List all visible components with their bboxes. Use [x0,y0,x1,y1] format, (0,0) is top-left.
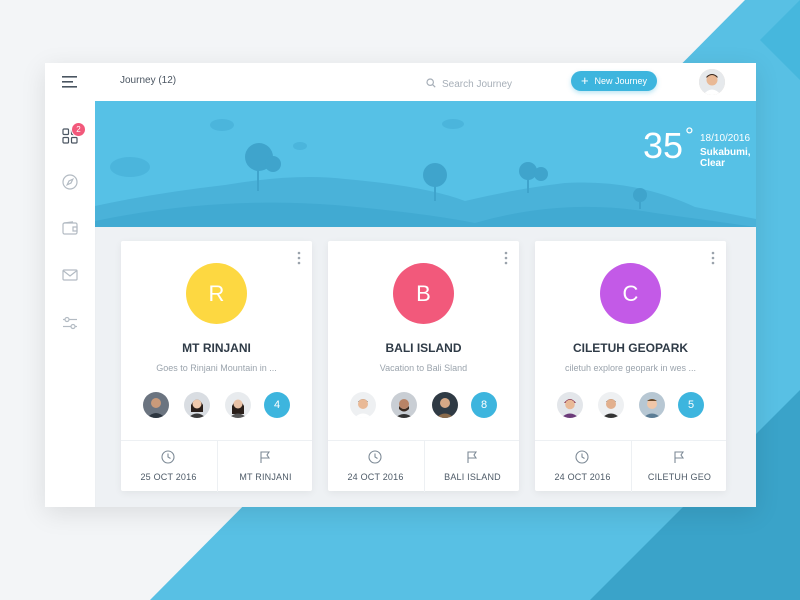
member-avatar[interactable] [432,392,458,418]
journey-title: MT RINJANI [182,341,251,355]
sliders-icon[interactable] [60,313,80,333]
wallet-icon[interactable] [60,218,80,238]
top-bar: Journey (12) + New Journey [95,63,756,101]
journey-destination: MT RINJANI [239,472,292,482]
member-avatar[interactable] [557,392,583,418]
journey-card[interactable]: R MT RINJANI Goes to Rinjani Mountain in… [121,241,312,492]
search-box[interactable] [426,75,552,93]
compass-icon[interactable] [60,172,80,192]
member-list: 5 [535,392,726,418]
new-journey-button[interactable]: + New Journey [571,71,657,91]
member-avatar[interactable] [184,392,210,418]
member-count-badge[interactable]: 8 [471,392,497,418]
member-count-badge[interactable]: 5 [678,392,704,418]
date-cell: 25 OCT 2016 [121,441,216,492]
weather-location: Sukabumi, Clear [700,147,751,169]
weather-date: 18/10/2016 [700,133,751,144]
journey-card[interactable]: B BALI ISLAND Vacation to Bali Sland 8 2… [328,241,519,492]
destination-cell: MT RINJANI [217,441,313,492]
journey-date: 24 OCT 2016 [347,472,404,482]
app-window: 2 Journey (12) Search Journey + New Jour… [45,63,756,507]
date-cell: 24 OCT 2016 [535,441,630,492]
plus-icon: + [580,73,589,88]
member-list: 8 [328,392,519,418]
clock-icon [575,450,589,464]
more-options-icon[interactable] [710,251,716,265]
temperature: 35 [643,125,684,166]
clock-icon [161,450,175,464]
journey-description: ciletuh explore geopark in wes ... [564,363,697,373]
flag-icon [465,450,479,464]
journey-initial: C [600,263,661,324]
destination-cell: CILETUH GEO [631,441,727,492]
more-options-icon[interactable] [503,251,509,265]
search-input[interactable] [442,78,552,90]
member-avatar[interactable] [639,392,665,418]
card-footer: 25 OCT 2016 MT RINJANI [121,440,312,492]
member-avatar[interactable] [225,392,251,418]
date-cell: 24 OCT 2016 [328,441,423,492]
member-list: 4 [121,392,312,418]
destination-cell: BALI ISLAND [424,441,520,492]
user-avatar[interactable] [699,69,725,95]
sidebar: 2 [45,63,96,507]
menu-icon[interactable] [60,72,80,92]
flag-icon [672,450,686,464]
member-avatar[interactable] [143,392,169,418]
degree-symbol: ° [685,123,694,148]
journey-title: BALI ISLAND [385,341,462,355]
card-footer: 24 OCT 2016 CILETUH GEO [535,440,726,492]
member-avatar[interactable] [350,392,376,418]
new-journey-label: New Journey [594,76,648,86]
journey-title: CILETUH GEOPARK [572,341,689,355]
card-footer: 24 OCT 2016 BALI ISLAND [328,440,519,492]
notification-badge: 2 [71,122,86,137]
member-count-badge[interactable]: 4 [264,392,290,418]
journey-date: 25 OCT 2016 [140,472,197,482]
search-icon [426,75,436,93]
journey-card[interactable]: C CILETUH GEOPARK ciletuh explore geopar… [535,241,726,492]
journey-initial: B [393,263,454,324]
journey-destination: CILETUH GEO [647,472,712,482]
journey-description: Vacation to Bali Sland [379,363,468,373]
journey-date: 24 OCT 2016 [554,472,611,482]
member-avatar[interactable] [598,392,624,418]
weather-banner: 35 ° 18/10/2016 Sukabumi, Clear [95,101,756,227]
breadcrumb: Journey (12) [120,75,177,86]
journey-initial: R [186,263,247,324]
clock-icon [368,450,382,464]
more-options-icon[interactable] [296,251,302,265]
flag-icon [258,450,272,464]
journey-description: Goes to Rinjani Mountain in ... [156,363,277,373]
mail-icon[interactable] [60,265,80,285]
journey-destination: BALI ISLAND [444,472,501,482]
member-avatar[interactable] [391,392,417,418]
